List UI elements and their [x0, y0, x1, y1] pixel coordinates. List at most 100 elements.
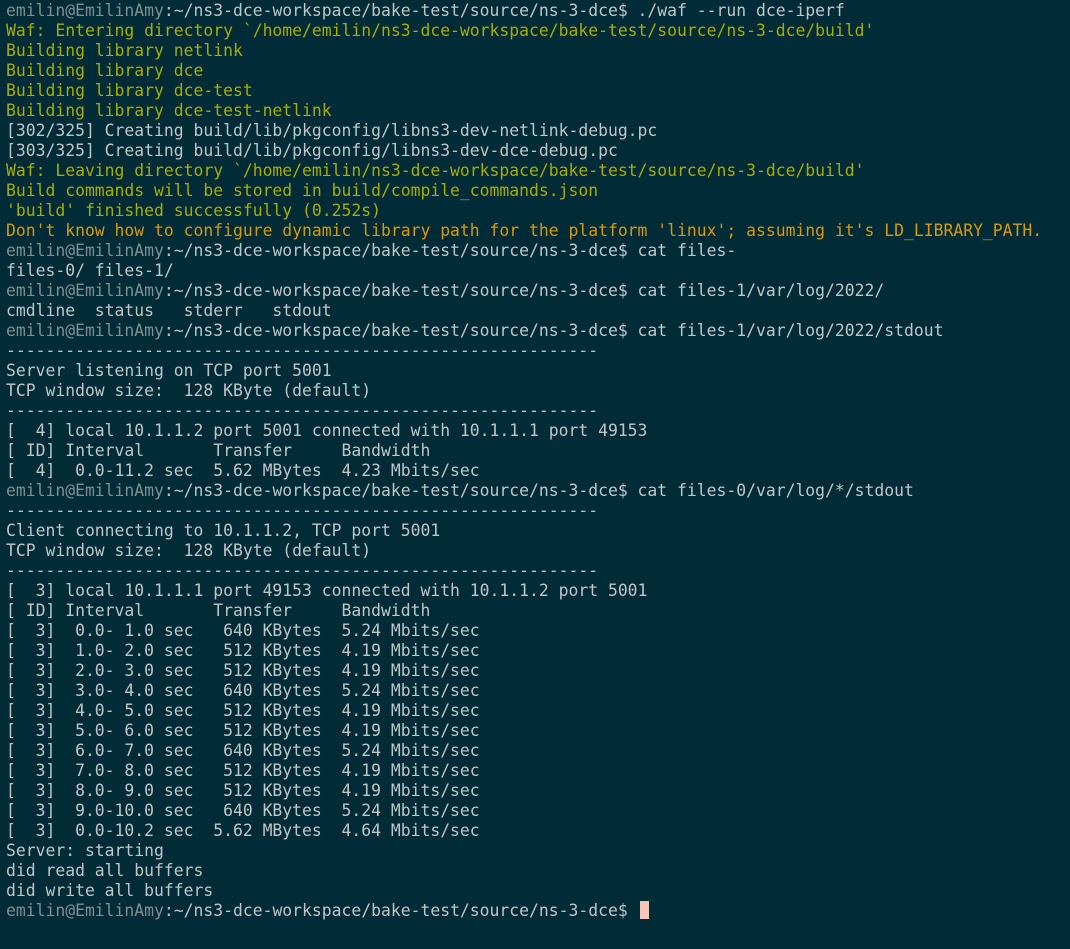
output-line: Server listening on TCP port 5001: [6, 361, 1070, 381]
output-line: [ 3] 6.0- 7.0 sec 640 KBytes 5.24 Mbits/…: [6, 741, 1070, 761]
line-text: [302/325] Creating build/lib/pkgconfig/l…: [6, 121, 658, 140]
line-text: [ 3] 5.0- 6.0 sec 512 KBytes 4.19 Mbits/…: [6, 721, 480, 740]
prompt-line: emilin@EmilinAmy:~/ns3-dce-workspace/bak…: [6, 281, 1070, 301]
output-line: Server: starting: [6, 841, 1070, 861]
line-text: [ 4] 0.0-11.2 sec 5.62 MBytes 4.23 Mbits…: [6, 461, 480, 480]
prompt-line: emilin@EmilinAmy:~/ns3-dce-workspace/bak…: [6, 901, 1070, 921]
output-line: ----------------------------------------…: [6, 341, 1070, 361]
waf-output-line: Building library dce: [6, 61, 1070, 81]
output-line: ----------------------------------------…: [6, 401, 1070, 421]
command-text: ./waf --run dce-iperf: [627, 1, 845, 20]
line-text: [ 3] 7.0- 8.0 sec 512 KBytes 4.19 Mbits/…: [6, 761, 480, 780]
command-text: [628, 901, 638, 920]
line-text: Waf: Leaving directory `/home/emilin/ns3…: [6, 161, 865, 180]
command-text: cat files-0/var/log/*/stdout: [627, 481, 914, 500]
line-text: Server: starting: [6, 841, 164, 860]
prompt-path: :~/ns3-dce-workspace/bake-test/source/ns…: [163, 241, 628, 260]
line-text: Don't know how to configure dynamic libr…: [6, 221, 1043, 240]
output-line: [ ID] Interval Transfer Bandwidth: [6, 441, 1070, 461]
output-line: [ 3] 9.0-10.0 sec 640 KBytes 5.24 Mbits/…: [6, 801, 1070, 821]
command-text: cat files-1/var/log/2022/: [627, 281, 885, 300]
line-text: [ 3] local 10.1.1.1 port 49153 connected…: [6, 581, 648, 600]
line-text: did write all buffers: [6, 881, 214, 900]
prompt-user-host: emilin@EmilinAmy: [6, 481, 164, 500]
waf-output-line: Waf: Leaving directory `/home/emilin/ns3…: [6, 161, 1070, 181]
output-line: TCP window size: 128 KByte (default): [6, 541, 1070, 561]
prompt-user-host: emilin@EmilinAmy: [6, 1, 164, 20]
line-text: [ ID] Interval Transfer Bandwidth: [6, 601, 431, 620]
output-line: [ 3] 2.0- 3.0 sec 512 KBytes 4.19 Mbits/…: [6, 661, 1070, 681]
line-text: [ 3] 4.0- 5.0 sec 512 KBytes 4.19 Mbits/…: [6, 701, 480, 720]
line-text: Waf: Entering directory `/home/emilin/ns…: [6, 21, 875, 40]
waf-output-line: Waf: Entering directory `/home/emilin/ns…: [6, 21, 1070, 41]
output-line: [ 4] 0.0-11.2 sec 5.62 MBytes 4.23 Mbits…: [6, 461, 1070, 481]
line-text: ----------------------------------------…: [6, 341, 599, 360]
output-line: ----------------------------------------…: [6, 501, 1070, 521]
line-text: [ 3] 0.0-10.2 sec 5.62 MBytes 4.64 Mbits…: [6, 821, 480, 840]
line-text: Server listening on TCP port 5001: [6, 361, 332, 380]
line-text: Building library dce: [6, 61, 204, 80]
line-text: [ ID] Interval Transfer Bandwidth: [6, 441, 431, 460]
line-text: ----------------------------------------…: [6, 401, 599, 420]
line-text: did read all buffers: [6, 861, 204, 880]
output-line: [ ID] Interval Transfer Bandwidth: [6, 601, 1070, 621]
prompt-line: emilin@EmilinAmy:~/ns3-dce-workspace/bak…: [6, 241, 1070, 261]
waf-output-line: Building library dce-test: [6, 81, 1070, 101]
line-text: Building library dce-test-netlink: [6, 101, 332, 120]
waf-output-line: Building library netlink: [6, 41, 1070, 61]
command-text: cat files-: [627, 241, 737, 260]
waf-output-line: Building library dce-test-netlink: [6, 101, 1070, 121]
prompt-path: :~/ns3-dce-workspace/bake-test/source/ns…: [163, 1, 628, 20]
prompt-path: :~/ns3-dce-workspace/bake-test/source/ns…: [163, 901, 628, 920]
prompt-user-host: emilin@EmilinAmy: [6, 901, 164, 920]
line-text: files-0/ files-1/: [6, 261, 174, 280]
line-text: [ 3] 9.0-10.0 sec 640 KBytes 5.24 Mbits/…: [6, 801, 480, 820]
text-cursor[interactable]: [639, 901, 649, 919]
output-line: Client connecting to 10.1.1.2, TCP port …: [6, 521, 1070, 541]
line-text: [303/325] Creating build/lib/pkgconfig/l…: [6, 141, 618, 160]
output-line: [ 3] local 10.1.1.1 port 49153 connected…: [6, 581, 1070, 601]
prompt-line: emilin@EmilinAmy:~/ns3-dce-workspace/bak…: [6, 481, 1070, 501]
line-text: [ 3] 6.0- 7.0 sec 640 KBytes 5.24 Mbits/…: [6, 741, 480, 760]
prompt-user-host: emilin@EmilinAmy: [6, 241, 164, 260]
output-line: [ 3] 8.0- 9.0 sec 512 KBytes 4.19 Mbits/…: [6, 781, 1070, 801]
output-line: ----------------------------------------…: [6, 561, 1070, 581]
line-text: [ 3] 8.0- 9.0 sec 512 KBytes 4.19 Mbits/…: [6, 781, 480, 800]
line-text: ----------------------------------------…: [6, 501, 599, 520]
output-line: [ 3] 1.0- 2.0 sec 512 KBytes 4.19 Mbits/…: [6, 641, 1070, 661]
output-line: [ 3] 0.0-10.2 sec 5.62 MBytes 4.64 Mbits…: [6, 821, 1070, 841]
line-text: Build commands will be stored in build/c…: [6, 181, 599, 200]
line-text: [ 3] 3.0- 4.0 sec 640 KBytes 5.24 Mbits/…: [6, 681, 480, 700]
line-text: ----------------------------------------…: [6, 561, 599, 580]
line-text: [ 3] 0.0- 1.0 sec 640 KBytes 5.24 Mbits/…: [6, 621, 480, 640]
line-text: cmdline status stderr stdout: [6, 301, 332, 320]
line-text: [ 4] local 10.1.1.2 port 5001 connected …: [6, 421, 648, 440]
output-line: [ 3] 0.0- 1.0 sec 640 KBytes 5.24 Mbits/…: [6, 621, 1070, 641]
waf-output-line: Build commands will be stored in build/c…: [6, 181, 1070, 201]
command-text: cat files-1/var/log/2022/stdout: [627, 321, 944, 340]
line-text: [ 3] 1.0- 2.0 sec 512 KBytes 4.19 Mbits/…: [6, 641, 480, 660]
line-text: TCP window size: 128 KByte (default): [6, 541, 372, 560]
line-text: [ 3] 2.0- 3.0 sec 512 KBytes 4.19 Mbits/…: [6, 661, 480, 680]
output-line: [ 4] local 10.1.1.2 port 5001 connected …: [6, 421, 1070, 441]
output-line: files-0/ files-1/: [6, 261, 1070, 281]
prompt-path: :~/ns3-dce-workspace/bake-test/source/ns…: [163, 321, 628, 340]
output-line: cmdline status stderr stdout: [6, 301, 1070, 321]
output-line: TCP window size: 128 KByte (default): [6, 381, 1070, 401]
line-text: 'build' finished successfully (0.252s): [6, 201, 381, 220]
output-line: [ 3] 4.0- 5.0 sec 512 KBytes 4.19 Mbits/…: [6, 701, 1070, 721]
prompt-user-host: emilin@EmilinAmy: [6, 321, 164, 340]
prompt-path: :~/ns3-dce-workspace/bake-test/source/ns…: [163, 281, 628, 300]
line-text: TCP window size: 128 KByte (default): [6, 381, 372, 400]
line-text: Building library dce-test: [6, 81, 253, 100]
terminal-window[interactable]: emilin@EmilinAmy:~/ns3-dce-workspace/bak…: [0, 0, 1070, 949]
waf-output-line: 'build' finished successfully (0.252s): [6, 201, 1070, 221]
prompt-line: emilin@EmilinAmy:~/ns3-dce-workspace/bak…: [6, 321, 1070, 341]
output-line: [ 3] 7.0- 8.0 sec 512 KBytes 4.19 Mbits/…: [6, 761, 1070, 781]
output-line: did read all buffers: [6, 861, 1070, 881]
prompt-path: :~/ns3-dce-workspace/bake-test/source/ns…: [163, 481, 628, 500]
output-line: [303/325] Creating build/lib/pkgconfig/l…: [6, 141, 1070, 161]
output-line: did write all buffers: [6, 881, 1070, 901]
prompt-user-host: emilin@EmilinAmy: [6, 281, 164, 300]
output-line: [302/325] Creating build/lib/pkgconfig/l…: [6, 121, 1070, 141]
